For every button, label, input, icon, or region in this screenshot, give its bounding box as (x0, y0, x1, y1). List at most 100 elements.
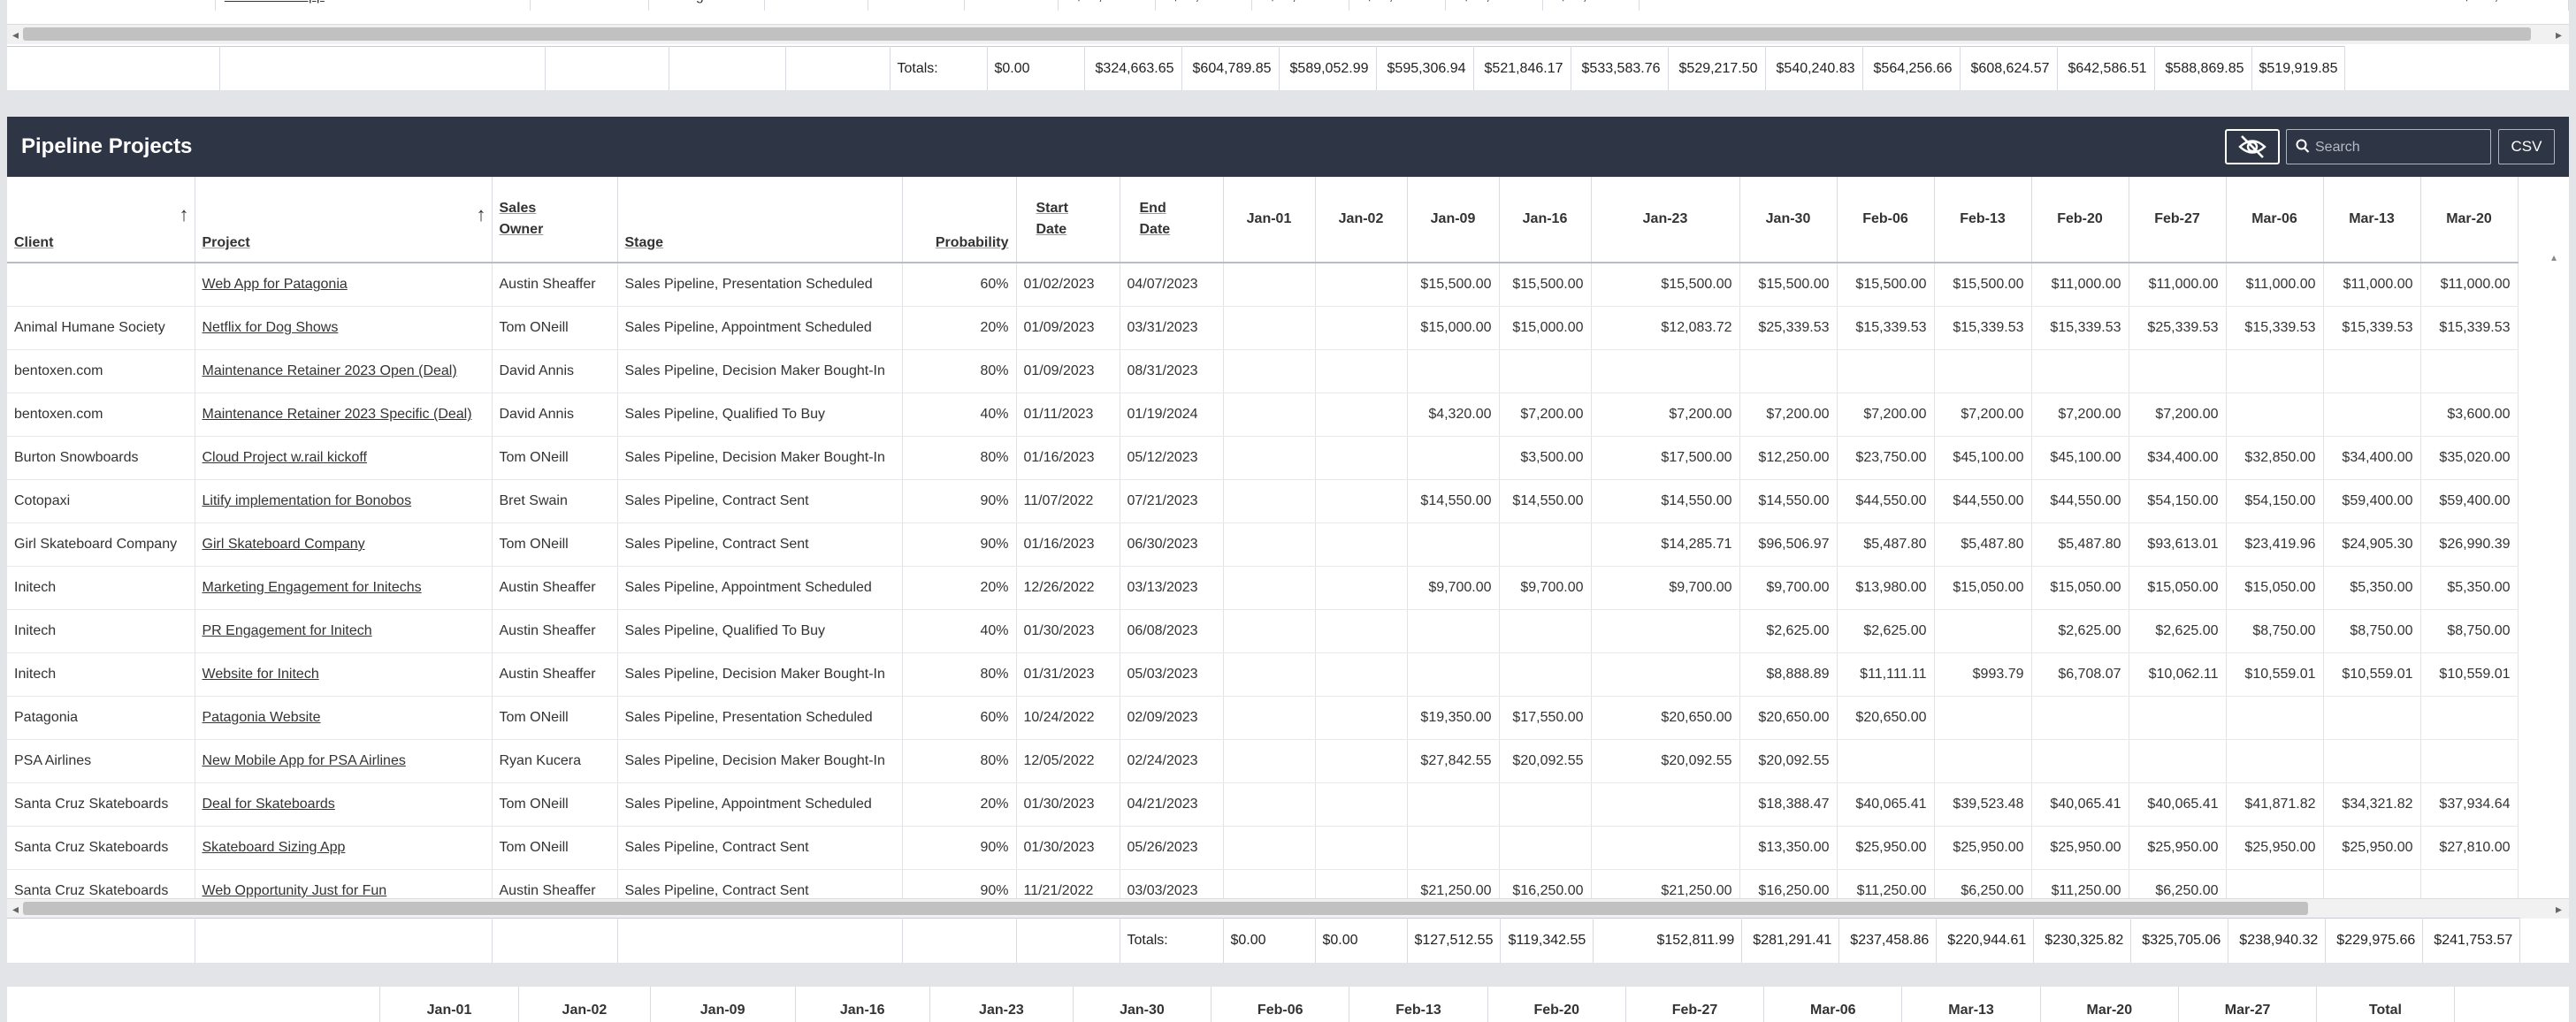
project-link[interactable]: PR Engagement for Initech (203, 623, 372, 638)
project-link[interactable]: Marketing Engagement for Initechs (203, 580, 422, 595)
column-header-week[interactable]: Jan-09 (650, 987, 796, 1022)
project-link[interactable]: Litify implementation for Bonobos (203, 493, 412, 508)
search-field[interactable] (2286, 129, 2491, 164)
week-value-cell (2031, 696, 2129, 740)
scrollbar-thumb[interactable] (23, 902, 2308, 915)
column-header-sales-owner[interactable]: Sales Owner (492, 177, 618, 263)
week-value-cell: $2,625.00 (1739, 609, 1838, 653)
column-header-project[interactable]: Project ↑ (195, 177, 493, 263)
column-header-total[interactable]: Total (2316, 987, 2455, 1022)
scroll-left-icon[interactable]: ◂ (12, 27, 19, 42)
week-value-cell: $2,625.00 (2129, 609, 2227, 653)
week-value-cell: $25,950.00 (2226, 826, 2324, 870)
csv-export-button[interactable]: CSV (2498, 129, 2555, 164)
scroll-up-icon[interactable]: ▴ (2551, 251, 2557, 263)
project-link[interactable]: New Mobile App for PSA Airlines (203, 753, 406, 768)
scrollbar-thumb[interactable] (23, 27, 2531, 41)
column-header-week[interactable]: Feb-20 (1487, 987, 1626, 1022)
column-header-probability[interactable]: Probability (902, 177, 1017, 263)
column-header-week[interactable]: Jan-02 (518, 987, 651, 1022)
search-input[interactable] (2313, 136, 2485, 159)
column-header-week[interactable]: Feb-20 (2031, 177, 2129, 263)
project-link[interactable]: Deal for Skateboards (203, 797, 335, 812)
week-value-cell: $8,750.00 (2420, 609, 2519, 653)
project-link[interactable]: Website for Initech (203, 667, 319, 682)
project-link[interactable]: Patagonia Website (203, 710, 321, 725)
sort-asc-icon[interactable]: ↑ (180, 203, 189, 226)
week-value-cell: $20,650.00 (1591, 696, 1740, 740)
project-link[interactable]: Web App for Patagonia (203, 277, 348, 292)
column-header-week[interactable]: Mar-20 (2420, 177, 2519, 263)
client-cell: Initech (7, 609, 195, 653)
column-header-start-date[interactable]: Start Date (1016, 177, 1120, 263)
project-link[interactable]: Girl Skateboard Company (203, 537, 365, 552)
table-row: Initech Marketing Engagement for Initechs… (7, 566, 2519, 610)
column-header-client[interactable]: Client ↑ (7, 177, 195, 263)
column-label: End (1139, 201, 1166, 216)
week-value-cell (1837, 739, 1935, 783)
client-cell: bentoxen.com (7, 393, 195, 437)
column-header-week[interactable]: Feb-06 (1837, 177, 1935, 263)
column-header-end-date[interactable]: End Date (1120, 177, 1224, 263)
sort-asc-icon[interactable]: ↑ (477, 203, 486, 226)
week-value-cell: $15,500.00 (1739, 263, 1838, 307)
column-header-week[interactable]: Mar-13 (1901, 987, 2041, 1022)
column-header-week[interactable]: Jan-23 (929, 987, 1074, 1022)
week-value-cell: $15,500.00 (1837, 263, 1935, 307)
column-header-week[interactable]: Mar-13 (2323, 177, 2421, 263)
project-cell: PR Engagement for Initech (195, 609, 493, 653)
sales-owner-cell: David Annis (492, 393, 618, 437)
week-value-cell (1934, 696, 2032, 740)
project-link[interactable]: Cloud Project w.rail kickoff (203, 450, 367, 465)
column-header-week[interactable]: Jan-09 (1407, 177, 1500, 263)
column-header-week[interactable]: Jan-01 (1223, 177, 1316, 263)
column-header-week[interactable]: Feb-27 (2129, 177, 2227, 263)
vertical-scrollbar[interactable]: ▴ ▾ (2548, 251, 2565, 963)
column-header-week[interactable]: Feb-06 (1211, 987, 1350, 1022)
column-header-week[interactable]: Mar-06 (2226, 177, 2324, 263)
scroll-left-icon[interactable]: ◂ (12, 901, 19, 917)
week-value-cell: $14,550.00 (1591, 479, 1740, 523)
project-link[interactable]: Netflix for Dog Shows (203, 320, 339, 335)
start-date-cell: 01/30/2023 (1016, 826, 1120, 870)
scroll-right-icon[interactable]: ▸ (2556, 901, 2562, 917)
week-value-cell: $27,842.55 (1407, 739, 1500, 783)
column-header-week[interactable]: Jan-01 (379, 987, 520, 1022)
column-header-week[interactable]: Jan-02 (1315, 177, 1408, 263)
project-link[interactable]: Web Opportunity Just for Fun (203, 883, 387, 898)
week-value-cell: $9,700.00 (1407, 566, 1500, 610)
project-link[interactable]: Maintenance Retainer 2023 Specific (Deal… (203, 407, 472, 422)
week-value-cell: $17,550.00 (1499, 696, 1592, 740)
column-header-week[interactable]: Mar-06 (1763, 987, 1903, 1022)
column-header-week[interactable]: Jan-16 (1499, 177, 1592, 263)
scroll-right-icon[interactable]: ▸ (2556, 27, 2562, 42)
week-value-cell (1499, 826, 1592, 870)
horizontal-scrollbar[interactable]: ◂ ▸ (7, 898, 2569, 919)
project-link[interactable]: Maintenance Retainer 2023 Open (Deal) (203, 363, 457, 378)
week-value-cell (1315, 696, 1408, 740)
week-value-cell: $15,339.53 (1934, 306, 2032, 350)
column-header-week[interactable]: Feb-13 (1934, 177, 2032, 263)
total-value: $540,240.83 (1765, 46, 1863, 90)
week-value-cell: $7,200.00 (1837, 393, 1935, 437)
project-cell: Deal for Skateboards (195, 782, 493, 827)
column-header-week[interactable]: Jan-23 (1591, 177, 1740, 263)
column-header-week[interactable]: Feb-13 (1349, 987, 1488, 1022)
column-header-week[interactable]: Feb-27 (1625, 987, 1765, 1022)
project-link[interactable]: Skateboard Sizing App (203, 840, 346, 855)
column-header-week[interactable]: Jan-30 (1073, 987, 1212, 1022)
column-header-stage[interactable]: Stage (617, 177, 903, 263)
project-cell: Litify implementation for Bonobos (195, 479, 493, 523)
column-header-week[interactable]: Mar-27 (2178, 987, 2318, 1022)
column-header-week[interactable]: Mar-20 (2040, 987, 2179, 1022)
stage-cell: Sales Pipeline, Presentation Scheduled (617, 263, 903, 307)
week-value-cell (1837, 349, 1935, 393)
column-header-week[interactable]: Jan-30 (1739, 177, 1838, 263)
project-link[interactable]: Snowboard App (215, 0, 531, 11)
probability-cell: 90% (902, 479, 1017, 523)
week-value-cell (2323, 696, 2421, 740)
client-cell: Initech (7, 652, 195, 697)
column-header-week[interactable]: Jan-16 (795, 987, 930, 1022)
toggle-columns-button[interactable] (2225, 129, 2280, 164)
horizontal-scrollbar[interactable]: ◂ ▸ (7, 24, 2569, 44)
